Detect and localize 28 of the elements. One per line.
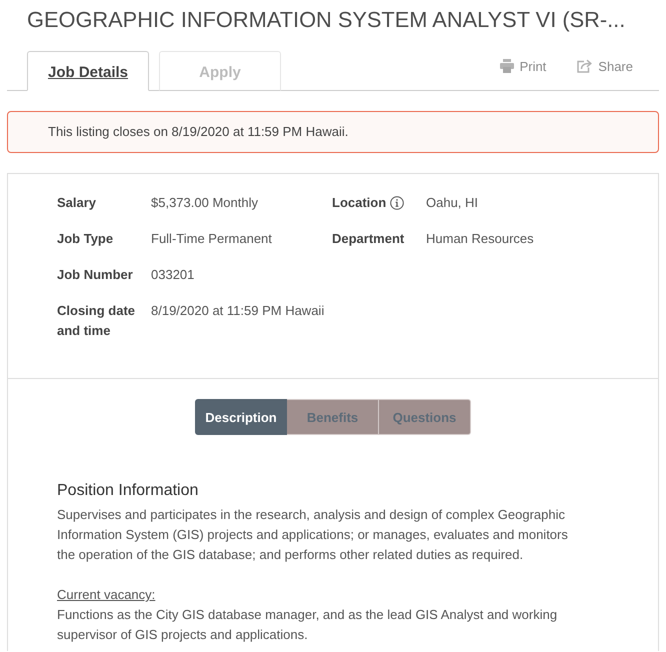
section-heading: Position Information [57, 481, 200, 501]
field-value: Oahu, HI [426, 194, 480, 212]
section-tab[interactable]: Benefits [287, 399, 379, 435]
tab[interactable]: Apply [159, 51, 281, 91]
printer-icon [500, 58, 514, 72]
vacancy-text: Functions as the City GIS database manager, and as the lead GIS Analyst and working supervisor of GIS projects and applications. [57, 606, 558, 644]
closing-alert: This listing closes on 8/19/2020 at 11:59 PM Hawaii. [7, 111, 659, 153]
section-tab[interactable]: Description [195, 399, 287, 435]
field-label: Location [332, 194, 386, 212]
section-tab[interactable]: Questions [379, 399, 471, 435]
field-label: Department [332, 230, 404, 248]
share-icon [577, 58, 592, 72]
share-button[interactable]: Share [577, 58, 633, 76]
vacancy-label: Current vacancy: [57, 587, 156, 602]
tab[interactable]: Job Details [27, 51, 149, 91]
description-text: Supervises and participates in the research, analysis and design of complex Geographic Information System (GIS) projects and applications; or manages, evaluates and monitors the operation of the GIS database; and performs other related duties as required. [57, 506, 569, 564]
field-value: Full-Time Permanent [151, 230, 273, 248]
field-value: 033201 [151, 266, 196, 284]
page-title: GEOGRAPHIC INFORMATION SYSTEM ANALYST VI (SR-... [26, 6, 626, 33]
field-value: Human Resources [426, 230, 535, 248]
field-label: Closing date and time [57, 302, 136, 340]
print-button[interactable]: Print [500, 58, 546, 76]
field-label: Job Number [57, 266, 133, 284]
field-value: $5,373.00 Monthly [151, 194, 259, 212]
field-label: Job Type [57, 230, 114, 248]
info-icon[interactable] [390, 196, 404, 210]
field-value: 8/19/2020 at 11:59 PM Hawaii [151, 302, 326, 320]
field-label: Salary [57, 194, 96, 212]
